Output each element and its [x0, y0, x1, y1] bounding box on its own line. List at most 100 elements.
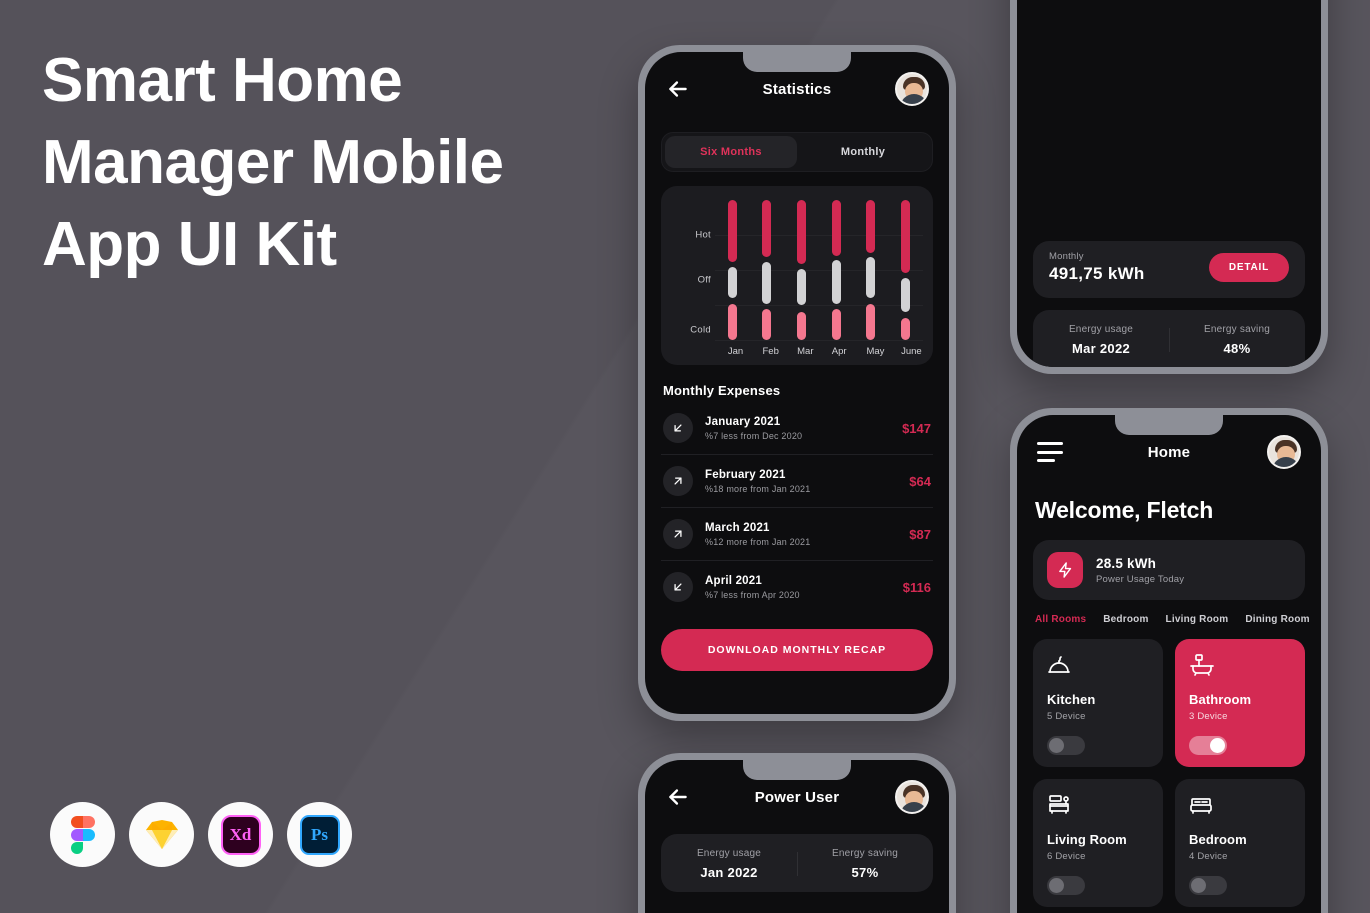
phone-statistics: Statistics Six Months Monthly Hot Off Co…: [638, 45, 956, 721]
energy-card-list-top: Energy usage Energy saving Monthly 491,75 k…: [1017, 0, 1321, 367]
expense-month: March 2021: [705, 521, 770, 534]
energy-saving-label: Energy saving: [1204, 324, 1270, 335]
chart-bar-jan: [727, 200, 737, 340]
chart-segment-cold: [866, 303, 876, 340]
hamburger-menu-icon[interactable]: [1037, 442, 1063, 462]
chart-bar-june: [901, 200, 911, 340]
expense-month: January 2021: [705, 415, 781, 428]
expense-change: %12 more from Jan 2021: [705, 536, 811, 547]
room-device-count: 5 Device: [1047, 711, 1086, 722]
expense-text: April 2021 %7 less from Apr 2020: [705, 575, 903, 600]
energy-card: Energy usage Jan 2022 Energy saving 57%: [661, 834, 933, 892]
monthly-label: Monthly: [1049, 251, 1084, 262]
energy-usage-cell: Energy usage Jan 2022: [661, 848, 797, 880]
room-tab-bedroom[interactable]: Bedroom: [1103, 614, 1148, 625]
avatar[interactable]: [1267, 435, 1301, 469]
expense-row[interactable]: February 2021 %18 more from Jan 2021 $64: [661, 455, 933, 508]
room-card-kitchen[interactable]: Kitchen 5 Device: [1033, 639, 1163, 767]
arrow-down-left-icon: [663, 413, 693, 443]
download-monthly-recap-button[interactable]: DOWNLOAD MONTHLY RECAP: [661, 629, 933, 671]
energy-saving-value: 48%: [1223, 341, 1251, 356]
chart-segment-cold: [797, 312, 807, 340]
energy-saving-label: Energy saving: [832, 848, 898, 859]
detail-button[interactable]: DETAIL: [1208, 253, 1289, 282]
chart-x-tick: Feb: [762, 346, 779, 357]
chart-segment-hot: [866, 200, 876, 254]
figma-icon: [70, 815, 95, 854]
chart-segment-cold: [831, 309, 841, 340]
chart-segment-cold: [762, 309, 772, 340]
phone-power-user-top: Energy usage Energy saving Monthly 491,75 k…: [1010, 0, 1328, 374]
avatar[interactable]: [895, 780, 929, 814]
chart-x-axis: Jan Feb Mar Apr May June: [715, 340, 923, 357]
expense-row[interactable]: January 2021 %7 less from Dec 2020 $147: [661, 402, 933, 455]
arrow-left-icon[interactable]: [665, 76, 691, 102]
chart-segment-cold: [901, 317, 911, 340]
expense-text: February 2021 %18 more from Jan 2021: [705, 469, 909, 494]
energy-saving-cell: Energy saving 48%: [1169, 324, 1305, 356]
expenses-list: January 2021 %7 less from Dec 2020 $147 Feb…: [661, 402, 933, 613]
chart-gridline: [715, 235, 923, 236]
expense-amount: $87: [909, 526, 931, 542]
chart-segment-off: [727, 267, 737, 298]
expense-change: %7 less from Apr 2020: [705, 589, 800, 600]
adobe-xd-label: Xd: [229, 824, 252, 844]
room-card-bathroom[interactable]: Bathroom 3 Device: [1175, 639, 1305, 767]
chart-segment-hot: [831, 200, 841, 256]
chart-segment-hot: [727, 200, 737, 262]
expense-row[interactable]: March 2021 %12 more from Jan 2021 $87: [661, 508, 933, 561]
room-name: Bedroom: [1189, 832, 1247, 847]
adobe-xd-logo: Xd: [208, 802, 273, 867]
room-device-count: 6 Device: [1047, 851, 1086, 862]
chart-gridline: [715, 270, 923, 271]
room-power-toggle[interactable]: [1189, 736, 1227, 755]
title-line-2: Manager Mobile: [42, 128, 504, 197]
expense-amount: $64: [909, 473, 931, 489]
room-name: Bathroom: [1189, 692, 1252, 707]
room-tab-all-rooms[interactable]: All Rooms: [1035, 614, 1086, 625]
title-line-1: Smart Home: [42, 46, 403, 115]
tab-six-months[interactable]: Six Months: [665, 136, 797, 168]
chart-segment-off: [866, 257, 876, 298]
chart-segment-cold: [727, 303, 737, 340]
tab-monthly[interactable]: Monthly: [797, 136, 929, 168]
monthly-value: 491,75 kWh: [1049, 264, 1145, 283]
arrow-up-right-icon: [663, 519, 693, 549]
room-name: Living Room: [1047, 832, 1127, 847]
y-tick-hot: Hot: [695, 229, 711, 241]
power-usage-card[interactable]: 28.5 kWh Power Usage Today: [1033, 540, 1305, 600]
expense-change: %7 less from Dec 2020: [705, 430, 803, 441]
room-power-toggle[interactable]: [1189, 876, 1227, 895]
chart-bar-may: [866, 200, 876, 340]
expense-row[interactable]: April 2021 %7 less from Apr 2020 $116: [661, 561, 933, 613]
energy-card-bottom: Monthly 491,75 kWh DETAIL: [1033, 241, 1305, 298]
period-segmented-control: Six Months Monthly: [661, 132, 933, 172]
power-usage-text: 28.5 kWh Power Usage Today: [1096, 556, 1184, 585]
chart-segment-off: [797, 268, 807, 305]
phone-home: Home Welcome, Fletch 28.5 kWh Power Usag…: [1010, 408, 1328, 913]
statistics-screen: Statistics Six Months Monthly Hot Off Co…: [645, 52, 949, 714]
power-user-top-screen: Energy usage Energy saving Monthly 491,75 k…: [1017, 0, 1321, 367]
expense-text: March 2021 %12 more from Jan 2021: [705, 522, 909, 547]
room-card-living-room[interactable]: Living Room 6 Device: [1033, 779, 1163, 907]
energy-usage-cell: Energy usage Mar 2022: [1033, 324, 1169, 356]
room-tab-living-room[interactable]: Living Room: [1166, 614, 1229, 625]
room-device-count: 4 Device: [1189, 851, 1228, 862]
chart-segment-hot: [797, 200, 807, 265]
room-card-bedroom[interactable]: Bedroom 4 Device: [1175, 779, 1305, 907]
chart-x-tick: Mar: [797, 346, 814, 357]
arrow-left-icon[interactable]: [665, 784, 691, 810]
energy-card-list-bottom: Energy usage Jan 2022 Energy saving 57%: [645, 834, 949, 892]
monthly-expenses-heading: Monthly Expenses: [663, 383, 781, 398]
y-tick-cold: Cold: [690, 324, 711, 336]
chart-x-tick: Jan: [727, 346, 744, 357]
room-power-toggle[interactable]: [1047, 876, 1085, 895]
energy-usage-value: Jan 2022: [700, 865, 758, 880]
phone-notch: [743, 760, 851, 780]
energy-usage-label: Energy usage: [696, 848, 762, 859]
room-power-toggle[interactable]: [1047, 736, 1085, 755]
expense-amount: $116: [902, 579, 931, 595]
avatar[interactable]: [895, 72, 929, 106]
room-tab-dining-room[interactable]: Dining Room: [1245, 614, 1309, 625]
y-tick-off: Off: [697, 274, 711, 286]
